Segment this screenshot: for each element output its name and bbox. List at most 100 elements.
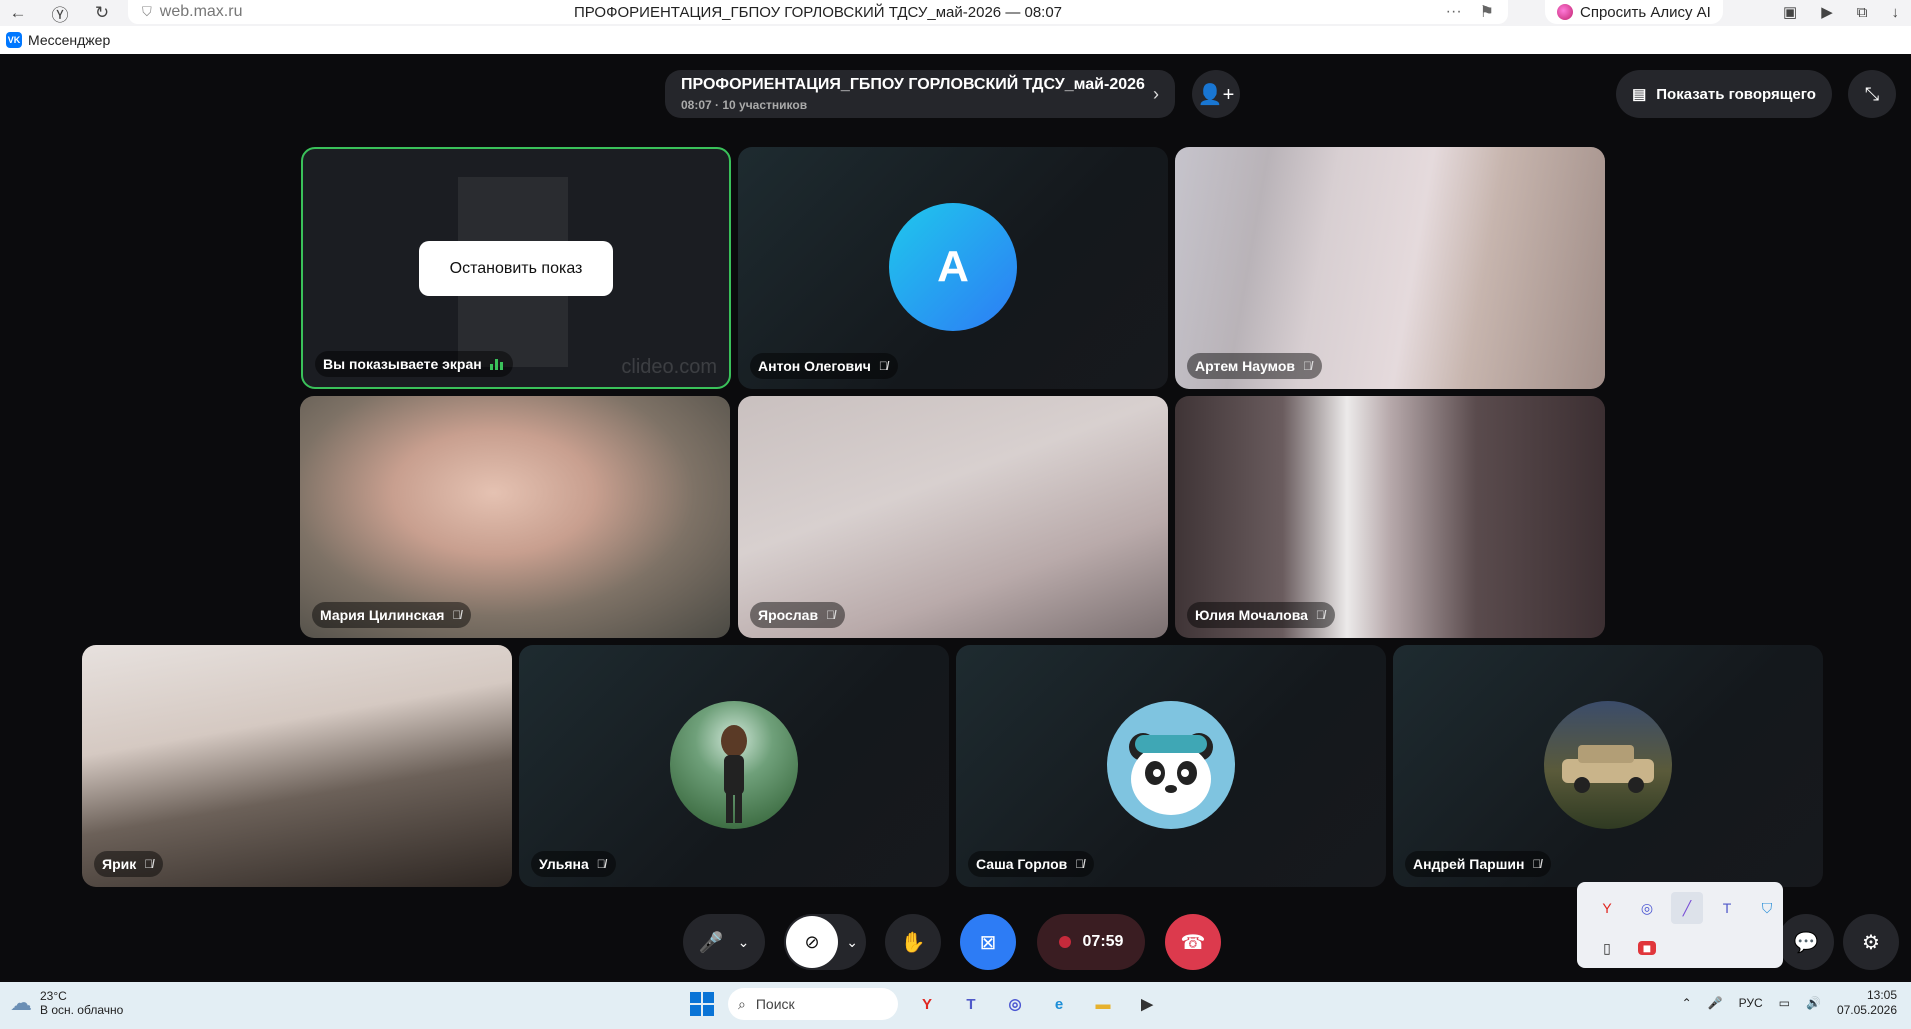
microphone-tray-icon[interactable]: 🎤	[1708, 996, 1723, 1010]
folder-icon[interactable]: ▬	[1088, 989, 1118, 1019]
yandex-icon[interactable]: Ⓨ	[50, 1, 70, 26]
volume-icon[interactable]: 🔊	[1806, 996, 1821, 1010]
weather-temp: 23°C	[40, 989, 67, 1003]
show-speaker-label: Показать говорящего	[1656, 85, 1816, 103]
participant-name-tag: Антон Олегович 🎙̸	[750, 353, 898, 379]
weather-widget[interactable]: ☁ 23°C В осн. облачно	[10, 989, 123, 1017]
record-dot-icon	[1058, 936, 1071, 948]
participant-tile[interactable]: Юлия Мочалова 🎙̸	[1175, 396, 1605, 638]
collapse-button[interactable]: ⤡	[1848, 70, 1896, 118]
participant-tile[interactable]: Мария Цилинская 🎙̸	[300, 396, 730, 638]
shield-tray-icon[interactable]: ⛉	[1751, 892, 1783, 924]
bookmark-messenger[interactable]: Мессенджер	[28, 32, 110, 48]
yandex-tray-icon[interactable]: Y	[1591, 892, 1623, 924]
participant-tile[interactable]: Ульяна 🎙̸	[519, 645, 949, 887]
bookmarks-bar: VK Мессенджер	[0, 26, 1911, 54]
participant-name: Антон Олегович	[758, 358, 871, 374]
clock[interactable]: 13:05 07.05.2026	[1837, 988, 1897, 1018]
search-icon: ⌕	[738, 995, 746, 1012]
chevron-up-icon[interactable]: ⌃	[1682, 996, 1692, 1010]
chat-button[interactable]: 💬	[1778, 914, 1834, 970]
vk-icon: VK	[6, 32, 22, 48]
weather-desc: В осн. облачно	[40, 1003, 124, 1017]
yandex-browser-icon[interactable]: Y	[912, 989, 942, 1019]
screen-share-button[interactable]: ⊠	[960, 914, 1016, 970]
hand-icon: ✋	[900, 931, 926, 954]
participant-name-tag: Юлия Мочалова 🎙̸	[1187, 602, 1335, 628]
participant-tile[interactable]: Ярик 🎙̸	[82, 645, 512, 887]
avatar	[1107, 701, 1235, 829]
usb-tray-icon[interactable]: ▯	[1591, 932, 1623, 964]
settings-button[interactable]: ⚙	[1843, 914, 1899, 970]
participant-name-tag: Ульяна 🎙̸	[531, 851, 616, 877]
mic-off-icon: 🎙̸	[1315, 608, 1325, 622]
mic-off-icon: 🎙̸	[826, 608, 836, 622]
camera-button[interactable]: ⊘ ⌄	[784, 914, 866, 970]
chat-icon: 💬	[1793, 931, 1819, 954]
chevron-down-icon[interactable]: ⌄	[738, 934, 750, 951]
stop-sharing-button[interactable]: Остановить показ	[419, 241, 613, 296]
network-icon[interactable]: ▭	[1779, 996, 1790, 1010]
add-participant-button[interactable]: 👤+	[1192, 70, 1240, 118]
reload-icon[interactable]: ↻	[92, 3, 112, 23]
microphone-button[interactable]: 🎤 ⌄	[683, 914, 765, 970]
media-player-icon[interactable]: ▶	[1132, 989, 1162, 1019]
participant-tile[interactable]: Ярослав 🎙̸	[738, 396, 1168, 638]
participant-tile[interactable]: А Антон Олегович 🎙̸	[738, 147, 1168, 389]
edge-icon[interactable]: e	[1044, 989, 1074, 1019]
raise-hand-button[interactable]: ✋	[885, 914, 941, 970]
alisa-icon	[1557, 4, 1573, 20]
tabs-icon[interactable]: ⧉	[1857, 4, 1868, 21]
person-photo-icon	[721, 725, 747, 823]
gear-icon: ⚙	[1862, 931, 1880, 954]
bookmark-icon[interactable]: ⚑	[1480, 2, 1494, 22]
share-label: Вы показываете экран	[323, 356, 482, 372]
hangup-button[interactable]: ☎	[1165, 914, 1221, 970]
participant-name-tag: Андрей Паршин 🎙̸	[1405, 851, 1552, 877]
record-tray-icon[interactable]: ■	[1638, 940, 1656, 956]
address-bar[interactable]: ⛉ web.max.ru ПРОФОРИЕНТАЦИЯ_ГБПОУ ГОРЛОВ…	[128, 0, 1508, 24]
more-icon[interactable]: ···	[1446, 3, 1462, 21]
chevron-down-icon[interactable]: ⌄	[846, 934, 858, 951]
participant-name: Артем Наумов	[1195, 358, 1296, 374]
app-tray-icon[interactable]: ◎	[1631, 892, 1663, 924]
avatar	[1544, 701, 1672, 829]
alisa-button[interactable]: Спросить Алису AI	[1545, 0, 1723, 24]
collapse-icon: ⤡	[1864, 83, 1880, 104]
participant-tile[interactable]: Саша Горлов 🎙̸	[956, 645, 1386, 887]
page-title: ПРОФОРИЕНТАЦИЯ_ГБПОУ ГОРЛОВСКИЙ ТДСУ_май…	[573, 3, 1063, 21]
camera-off-icon: ⊘	[786, 916, 838, 968]
download-icon[interactable]: ↓	[1892, 4, 1900, 21]
windows-start-icon[interactable]	[690, 992, 714, 1016]
timer-text: 07:59	[1082, 933, 1124, 950]
participant-name: Ярослав	[758, 607, 819, 623]
teams-icon[interactable]: T	[956, 989, 986, 1019]
shield-icon: ⛉	[142, 4, 152, 19]
panda-icon	[1129, 733, 1213, 815]
participant-name: Ярик	[102, 856, 137, 872]
avatar	[670, 701, 798, 829]
microphone-icon: 🎤	[698, 931, 724, 954]
pen-tray-icon[interactable]: ╱	[1671, 892, 1703, 924]
participant-name: Андрей Паршин	[1413, 856, 1525, 872]
participant-tile[interactable]: Артем Наумов 🎙̸	[1175, 147, 1605, 389]
app-icon[interactable]: ◎	[1000, 989, 1030, 1019]
back-icon[interactable]: ←	[8, 3, 28, 23]
participant-name: Саша Горлов	[976, 856, 1068, 872]
taskbar-search[interactable]: ⌕ Поиск	[728, 988, 898, 1020]
car-photo-icon	[1562, 745, 1654, 793]
extension-icon[interactable]: ▣	[1783, 3, 1797, 21]
media-icon[interactable]: ▶	[1821, 3, 1833, 21]
add-person-icon: 👤+	[1197, 83, 1235, 106]
language-indicator[interactable]: РУС	[1739, 996, 1763, 1010]
call-subtitle: 08:07 · 10 участников	[681, 98, 808, 112]
recording-timer[interactable]: 07:59	[1037, 914, 1145, 970]
participant-tile[interactable]: Андрей Паршин 🎙̸	[1393, 645, 1823, 887]
teams-tray-icon[interactable]: T	[1711, 892, 1743, 924]
mic-off-icon: 🎙̸	[596, 857, 606, 871]
show-speaker-button[interactable]: ▤ Показать говорящего	[1616, 70, 1832, 118]
alisa-label: Спросить Алису AI	[1580, 3, 1711, 21]
participant-name: Мария Цилинская	[320, 607, 445, 623]
call-info-panel[interactable]: ПРОФОРИЕНТАЦИЯ_ГБПОУ ГОРЛОВСКИЙ ТДСУ_май…	[665, 70, 1175, 118]
mic-off-icon: 🎙̸	[1075, 857, 1085, 871]
